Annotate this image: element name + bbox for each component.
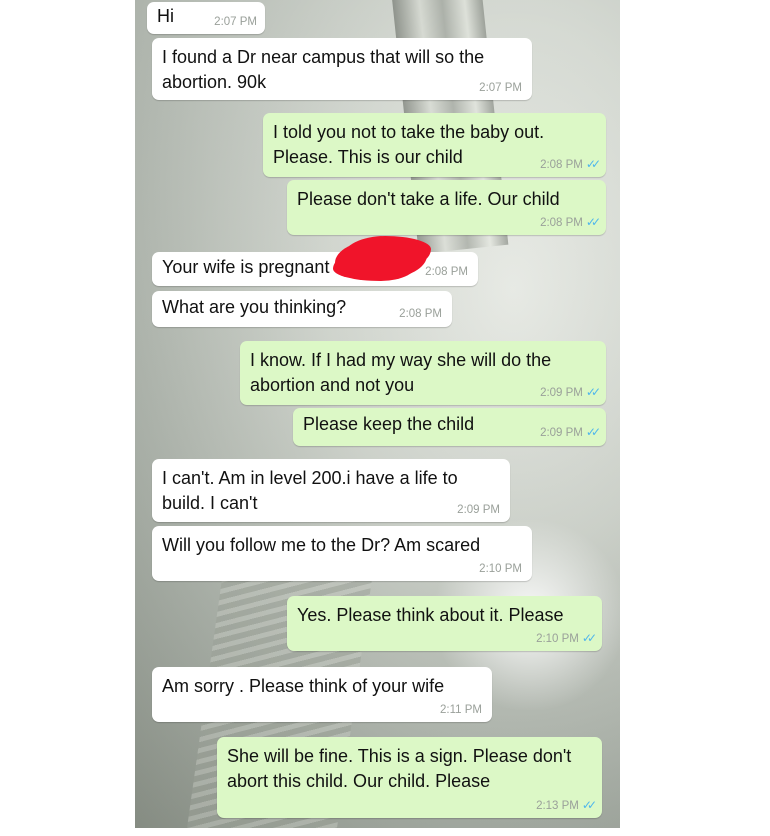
read-receipt-icon: ✓✓ — [581, 631, 597, 645]
message-time: 2:08 PM — [540, 159, 583, 171]
read-receipt-icon: ✓✓ — [585, 157, 601, 171]
message-time: 2:08 PM — [425, 266, 468, 278]
message-text: Please don't take a life. Our child — [297, 189, 560, 209]
message-status: 2:09 PM ✓✓ — [540, 425, 601, 439]
chat-screenshot: Hi 2:07 PM I found a Dr near campus that… — [135, 0, 620, 828]
message-text: Yes. Please think about it. Please — [297, 605, 564, 625]
read-receipt-icon: ✓✓ — [585, 425, 601, 439]
message-time: 2:09 PM — [457, 504, 500, 516]
message-incoming[interactable]: Will you follow me to the Dr? Am scared … — [152, 526, 532, 581]
message-time: 2:07 PM — [479, 82, 522, 94]
message-incoming[interactable]: I found a Dr near campus that will so th… — [152, 38, 532, 100]
message-incoming[interactable]: Hi 2:07 PM — [147, 2, 265, 34]
message-time: 2:13 PM — [536, 800, 579, 812]
message-outgoing[interactable]: She will be fine. This is a sign. Please… — [217, 737, 602, 818]
message-time: 2:10 PM — [479, 563, 522, 575]
message-time: 2:09 PM — [540, 427, 583, 439]
message-outgoing[interactable]: I know. If I had my way she will do the … — [240, 341, 606, 405]
message-text: I can't. Am in level 200.i have a life t… — [162, 468, 458, 513]
message-incoming[interactable]: I can't. Am in level 200.i have a life t… — [152, 459, 510, 522]
message-text: Will you follow me to the Dr? Am scared — [162, 535, 481, 555]
message-text: Am sorry . Please think of your wife — [162, 676, 445, 696]
message-outgoing[interactable]: I told you not to take the baby out. Ple… — [263, 113, 606, 177]
message-status: 2:10 PM ✓✓ — [536, 631, 597, 645]
message-list[interactable]: Hi 2:07 PM I found a Dr near campus that… — [135, 0, 620, 828]
message-incoming[interactable]: Am sorry . Please think of your wife 2:1… — [152, 667, 492, 722]
message-time: 2:11 PM — [440, 704, 482, 716]
message-status: 2:08 PM ✓✓ — [540, 215, 601, 229]
message-time: 2:08 PM — [540, 217, 583, 229]
message-time: 2:07 PM — [214, 16, 257, 28]
message-incoming[interactable]: What are you thinking? 2:08 PM — [152, 291, 452, 327]
message-incoming[interactable]: Your wife is pregnant 2:08 PM — [152, 252, 478, 286]
message-status: 2:08 PM ✓✓ — [540, 157, 601, 171]
message-outgoing[interactable]: Yes. Please think about it. Please 2:10 … — [287, 596, 602, 651]
message-time: 2:09 PM — [540, 387, 583, 399]
message-outgoing[interactable]: Please keep the child 2:09 PM ✓✓ — [293, 408, 606, 446]
read-receipt-icon: ✓✓ — [585, 385, 601, 399]
message-time: 2:08 PM — [399, 308, 442, 320]
read-receipt-icon: ✓✓ — [581, 798, 597, 812]
read-receipt-icon: ✓✓ — [585, 215, 601, 229]
message-text: I found a Dr near campus that will so th… — [162, 47, 485, 92]
message-status: 2:13 PM ✓✓ — [536, 798, 597, 812]
message-status: 2:09 PM ✓✓ — [540, 385, 601, 399]
message-time: 2:10 PM — [536, 633, 579, 645]
message-outgoing[interactable]: Please don't take a life. Our child 2:08… — [287, 180, 606, 235]
message-text: She will be fine. This is a sign. Please… — [227, 746, 572, 791]
